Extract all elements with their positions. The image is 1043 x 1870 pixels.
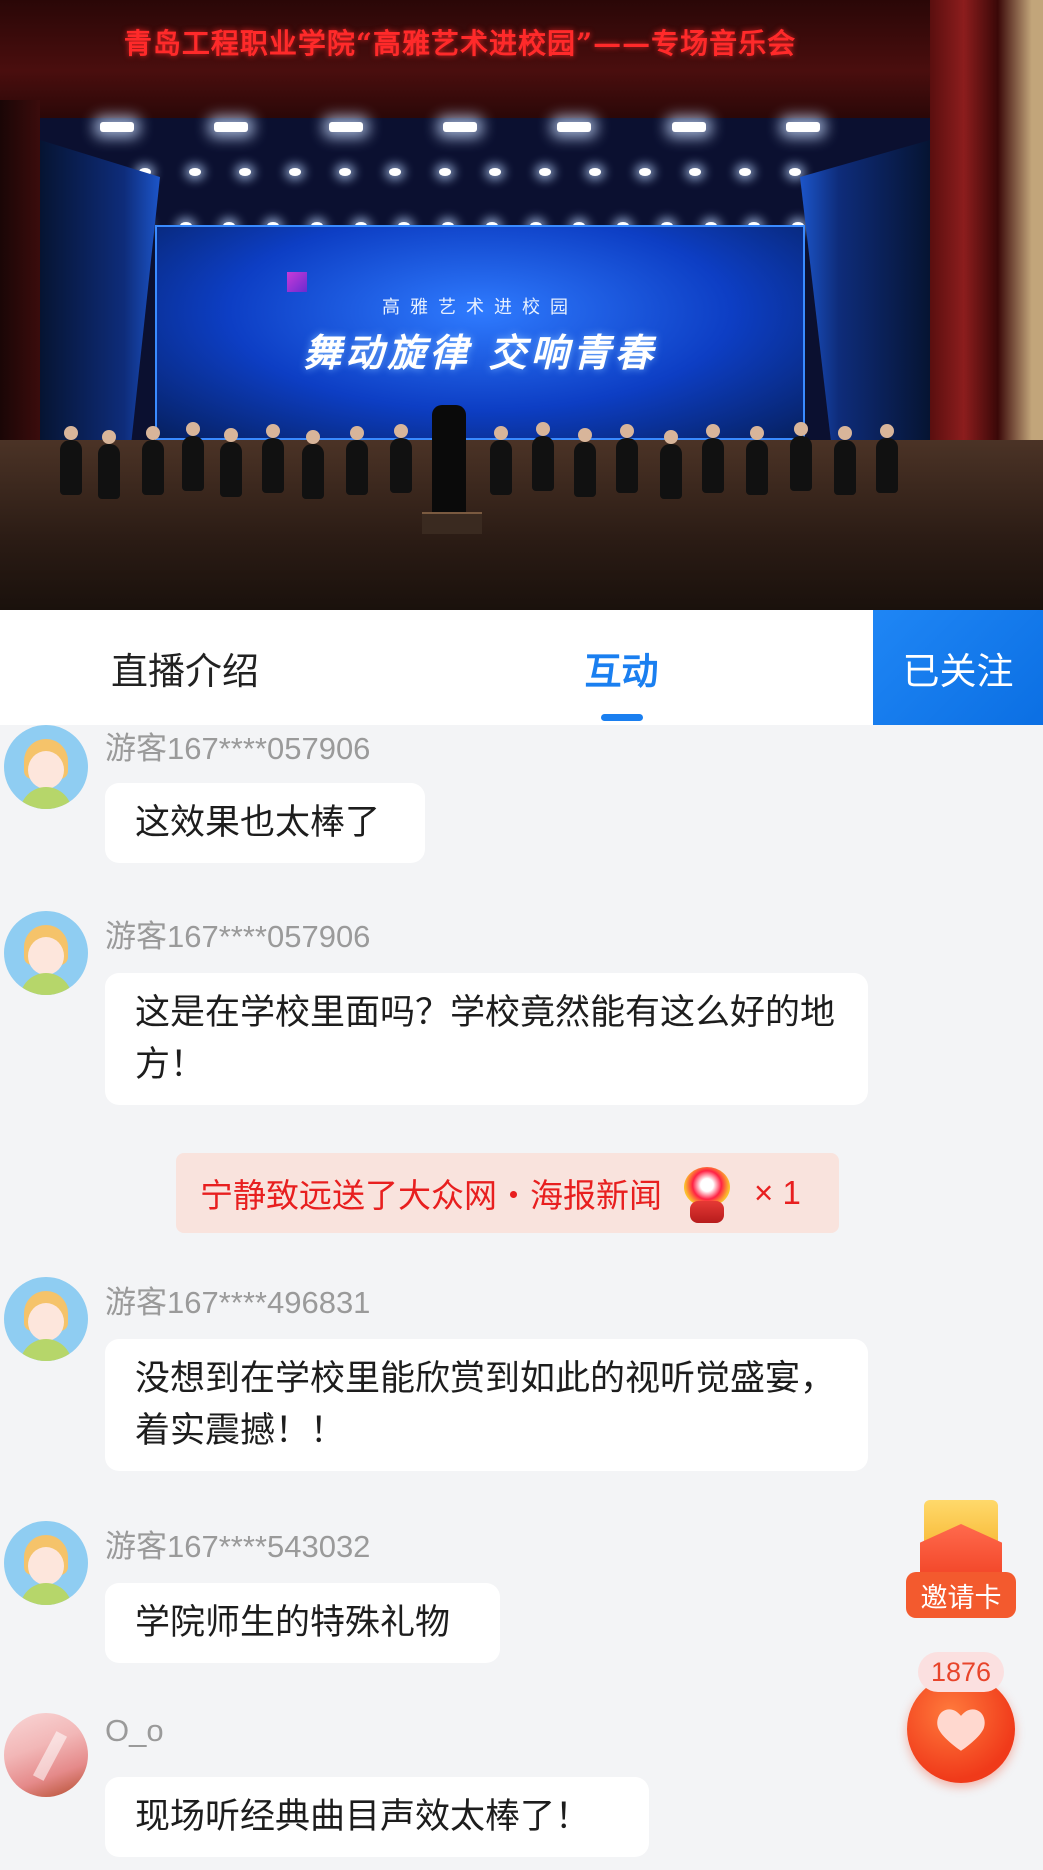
- follow-button[interactable]: 已关注: [873, 610, 1043, 725]
- avatar[interactable]: [4, 1521, 88, 1605]
- conductor: [432, 405, 466, 515]
- tab-label: 直播介绍: [111, 650, 259, 692]
- lion-dance-icon: [676, 1161, 738, 1225]
- chat-list[interactable]: 游客167****057906 这效果也太棒了 游客167****057906 …: [0, 725, 1043, 1870]
- stage-led-screen: 高雅艺术进校园 舞动旋律 交响青春: [155, 225, 805, 440]
- chat-username: 游客167****057906: [105, 731, 371, 766]
- stage-lights-top: [60, 122, 860, 136]
- active-tab-indicator: [600, 714, 643, 721]
- tab-live-intro[interactable]: 直播介绍: [0, 610, 370, 725]
- conductor-podium: [422, 512, 482, 534]
- chat-username: O_o: [105, 1713, 164, 1748]
- chat-bubble: 现场听经典曲目声效太棒了！: [105, 1777, 649, 1857]
- chat-bubble: 学院师生的特殊礼物: [105, 1583, 500, 1663]
- avatar[interactable]: [4, 1713, 88, 1797]
- orchestra: [50, 410, 930, 520]
- chat-bubble: 没想到在学校里能欣赏到如此的视听觉盛宴，着实震撼！！: [105, 1339, 868, 1471]
- school-logo-icon: [287, 272, 307, 292]
- follow-button-label: 已关注: [902, 650, 1014, 692]
- avatar[interactable]: [4, 725, 88, 809]
- invite-card-label: 邀请卡: [906, 1572, 1016, 1618]
- stage-lights-row: [120, 168, 820, 178]
- gift-notice: 宁静致远送了大众网・海报新闻 × 1: [176, 1153, 839, 1233]
- chat-username: 游客167****543032: [105, 1529, 371, 1564]
- chat-username: 游客167****057906: [105, 919, 371, 954]
- screen-title: 舞动旋律 交响青春: [303, 330, 657, 375]
- gift-count: × 1: [754, 1174, 801, 1211]
- avatar[interactable]: [4, 911, 88, 995]
- stage-led-banner: 青岛工程职业学院“高雅艺术进校园”——专场音乐会: [123, 27, 797, 60]
- tab-bar: 直播介绍 互动 已关注: [0, 610, 1043, 725]
- like-count-badge: 1876: [918, 1652, 1004, 1692]
- screen-subtitle: 高雅艺术进校园: [382, 297, 578, 318]
- heart-icon: [937, 1709, 985, 1751]
- tab-label: 互动: [584, 650, 659, 692]
- chat-bubble: 这效果也太棒了: [105, 783, 425, 863]
- tab-interaction[interactable]: 互动: [370, 610, 873, 725]
- avatar[interactable]: [4, 1277, 88, 1361]
- gift-text: 宁静致远送了大众网・海报新闻: [200, 1177, 662, 1214]
- chat-username: 游客167****496831: [105, 1285, 371, 1320]
- chat-bubble: 这是在学校里面吗？学校竟然能有这么好的地方！: [105, 973, 868, 1105]
- invite-card-button[interactable]: 邀请卡: [906, 1500, 1016, 1620]
- live-video-player[interactable]: 青岛工程职业学院“高雅艺术进校园”——专场音乐会 高雅艺术进校园 舞动旋律 交响…: [0, 0, 1043, 610]
